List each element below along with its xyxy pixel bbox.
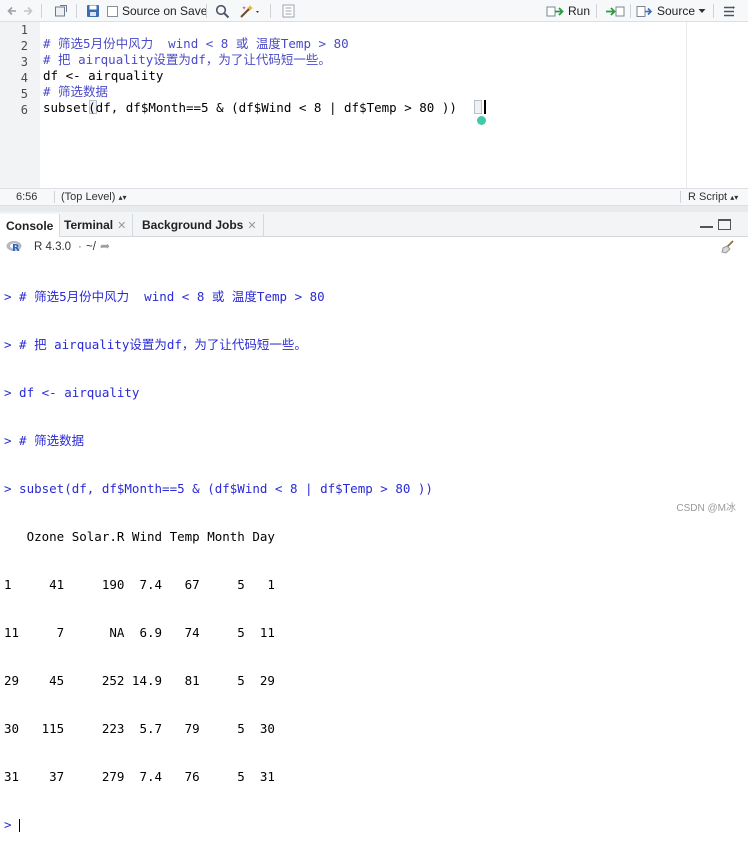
r-version: R 4.3.0 [34,241,72,253]
code-line[interactable]: # 筛选数据 [43,84,108,100]
forward-arrow-icon[interactable] [22,3,34,19]
checkbox-box[interactable] [107,5,118,17]
console-output-line: 29 45 252 14.9 81 5 29 [4,673,275,688]
line-number: 3 [20,55,28,69]
console-input-line: > df <- airquality [4,385,140,400]
console-input-line: > subset(df, df$Month==5 & (df$Wind < 8 … [4,481,433,496]
path-separator-icon: · [78,241,82,253]
tab-background-jobs[interactable]: Background Jobs ✕ [136,214,264,236]
console-tab-bar: Console Terminal ✕ Background Jobs ✕ [0,212,748,237]
back-arrow-icon[interactable] [6,3,18,19]
save-icon[interactable] [86,3,100,19]
code-line[interactable]: subset(df, df$Month==5 & (df$Wind < 8 | … [43,100,457,116]
matching-paren-highlight [474,100,482,114]
margin-line [686,22,687,188]
autocomplete-indicator-icon [477,116,486,125]
watermark: CSDN @M冰 [676,503,736,514]
console-prompt: > [4,817,12,832]
svg-text:R: R [12,243,20,253]
text-cursor [484,100,486,114]
cursor-position: 6:56 [16,191,38,203]
code-line[interactable]: # 把 airquality设置为df，为了让代码短一些。 [43,52,331,68]
file-type-label: R Script [688,191,728,203]
console-output-line: Ozone Solar.R Wind Temp Month Day [4,529,275,544]
document-outline-icon[interactable] [282,3,295,19]
code-line[interactable]: # 筛选5月份中风力 wind < 8 或 温度Temp > 80 [43,36,349,52]
editor-menu-icon[interactable] [722,3,736,19]
source-on-save-checkbox[interactable]: Source on Save [107,3,207,19]
line-number-gutter: 1 2 3 4 5 6 [0,22,40,188]
updown-chevron-icon: ▴▾ [118,193,127,202]
tab-label: Background Jobs [142,218,244,232]
run-button[interactable]: Run [546,3,590,19]
console-output-line: 31 37 279 7.4 76 5 31 [4,769,275,784]
line-number: 4 [20,71,28,85]
console-output[interactable]: > # 筛选5月份中风力 wind < 8 或 温度Temp > 80 > # … [4,257,744,849]
scope-selector[interactable]: (Top Level) ▴▾ [61,191,127,203]
console-cursor [19,819,21,832]
console-input-line: > # 筛选数据 [4,433,85,448]
tab-label: Console [6,218,54,233]
r-logo-icon: R [6,240,23,254]
go-to-directory-icon[interactable]: ➦ [100,239,110,253]
source-button[interactable]: Source [636,3,695,19]
tab-console[interactable]: Console [0,214,61,237]
working-directory: ~/ [86,241,96,253]
console-output-line: 30 115 223 5.7 79 5 30 [4,721,275,736]
editor-toolbar: Source on Save Run Source [0,0,748,22]
console-header: R R 4.3.0 · ~/ ➦ [0,237,748,257]
re-run-icon[interactable] [604,3,626,19]
line-number: 6 [20,103,28,117]
code-tools-wand-icon[interactable] [239,3,261,19]
source-on-save-label: Source on Save [122,4,208,18]
console-input-line: > # 筛选5月份中风力 wind < 8 或 温度Temp > 80 [4,289,325,304]
clear-console-broom-icon[interactable] [720,239,736,258]
close-icon[interactable]: ✕ [117,219,126,232]
run-label: Run [568,4,591,18]
tab-label: Terminal [64,218,114,232]
maximize-pane-icon[interactable] [718,219,731,230]
line-number: 5 [20,87,28,101]
console-output-line: 11 7 NA 6.9 74 5 11 [4,625,275,640]
search-icon[interactable] [215,3,230,19]
minimize-pane-icon[interactable] [700,219,713,228]
source-dropdown-icon[interactable] [698,3,706,19]
scope-label: (Top Level) [61,191,116,203]
tab-terminal[interactable]: Terminal ✕ [58,214,134,236]
line-number: 2 [20,39,28,53]
console-input-line: > # 把 airquality设置为df，为了让代码短一些。 [4,337,307,352]
console-prompt-line[interactable]: > [4,817,744,833]
console-output-line: 1 41 190 7.4 67 5 1 [4,577,275,592]
code-line[interactable]: df <- airquality [43,68,163,84]
source-label: Source [657,4,696,18]
close-icon[interactable]: ✕ [247,219,256,232]
editor-status-bar: 6:56 (Top Level) ▴▾ R Script ▴▾ [0,188,748,206]
show-in-window-icon[interactable] [54,3,68,19]
updown-chevron-icon: ▴▾ [730,193,739,202]
file-type-selector[interactable]: R Script ▴▾ [688,191,738,203]
source-editor[interactable]: 1 2 3 4 5 6 # 筛选5月份中风力 wind < 8 或 温度Temp… [0,22,748,188]
line-number: 1 [20,23,28,37]
